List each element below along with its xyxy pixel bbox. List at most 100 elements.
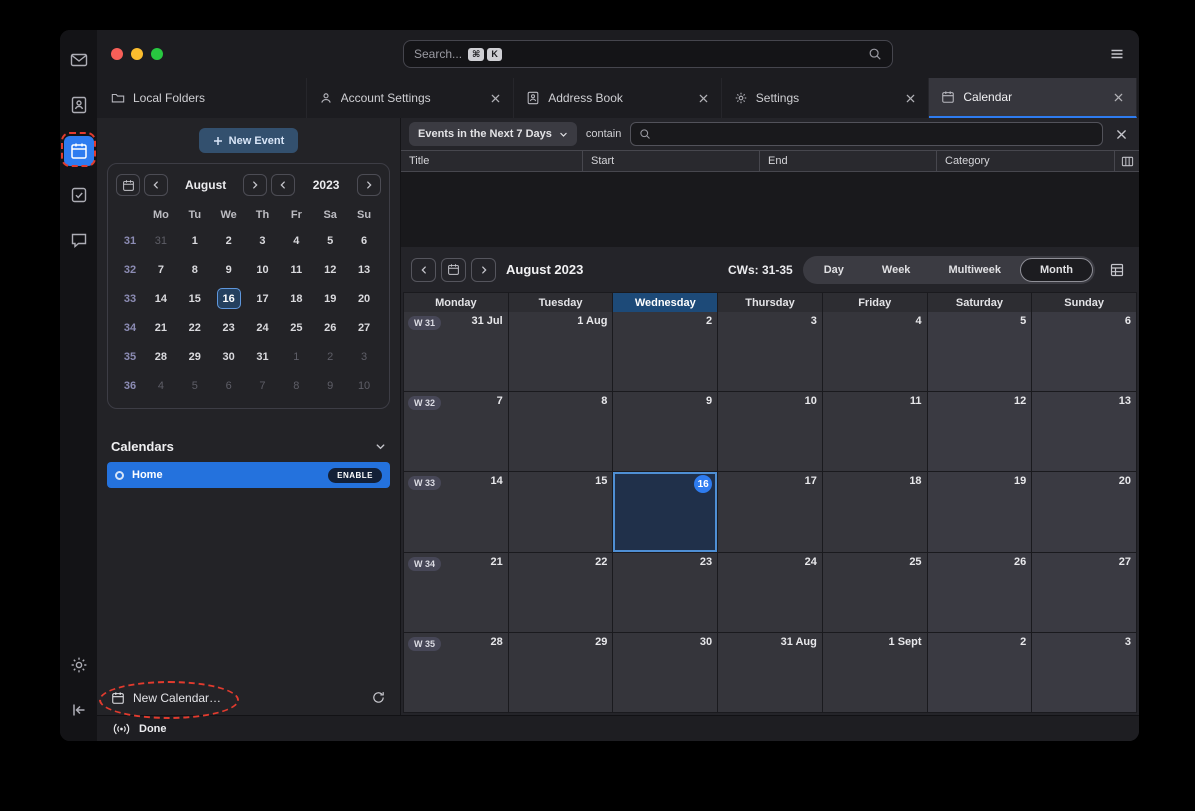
- view-day-button[interactable]: Day: [805, 258, 863, 282]
- month-cell[interactable]: 2: [928, 633, 1032, 712]
- month-cell[interactable]: W 3528: [404, 633, 508, 712]
- month-cell[interactable]: 3: [718, 312, 822, 391]
- zoom-window-button[interactable]: [151, 48, 163, 60]
- month-cell[interactable]: 23: [613, 553, 717, 632]
- minical-day[interactable]: 10: [246, 255, 280, 284]
- month-cell[interactable]: 1 Aug: [509, 312, 613, 391]
- tab-calendar[interactable]: Calendar: [929, 78, 1137, 118]
- minical-day[interactable]: 20: [347, 284, 381, 313]
- filter-close-button[interactable]: [1112, 129, 1131, 140]
- month-cell[interactable]: 27: [1032, 553, 1136, 632]
- month-cell[interactable]: 31 Aug: [718, 633, 822, 712]
- minical-day[interactable]: 2: [212, 226, 246, 255]
- minical-day[interactable]: 19: [313, 284, 347, 313]
- minical-day[interactable]: 5: [178, 371, 212, 400]
- close-window-button[interactable]: [111, 48, 123, 60]
- minical-day[interactable]: 4: [144, 371, 178, 400]
- month-cell[interactable]: 17: [718, 472, 822, 551]
- minical-prev-month-button[interactable]: [144, 174, 168, 196]
- month-cell[interactable]: 10: [718, 392, 822, 471]
- minical-prev-year-button[interactable]: [271, 174, 295, 196]
- minical-day[interactable]: 1: [279, 342, 313, 371]
- month-cell[interactable]: 20: [1032, 472, 1136, 551]
- minical-day[interactable]: 26: [313, 313, 347, 342]
- tab-close-button[interactable]: [698, 93, 709, 104]
- enable-badge[interactable]: ENABLE: [328, 468, 382, 483]
- minical-day[interactable]: 8: [178, 255, 212, 284]
- month-cell[interactable]: 12: [928, 392, 1032, 471]
- event-list[interactable]: [401, 172, 1139, 247]
- minical-day[interactable]: 5: [313, 226, 347, 255]
- minical-day[interactable]: 22: [178, 313, 212, 342]
- minical-day[interactable]: 29: [178, 342, 212, 371]
- minical-day[interactable]: 23: [212, 313, 246, 342]
- month-cell[interactable]: 22: [509, 553, 613, 632]
- tab-settings[interactable]: Settings: [722, 78, 930, 118]
- minical-day[interactable]: 12: [313, 255, 347, 284]
- address-book-space-button[interactable]: [65, 91, 93, 119]
- month-cell[interactable]: 29: [509, 633, 613, 712]
- minical-day[interactable]: 11: [279, 255, 313, 284]
- column-picker-button[interactable]: [1115, 151, 1139, 171]
- today-button[interactable]: [441, 258, 466, 282]
- sync-calendars-button[interactable]: [371, 690, 386, 705]
- event-search-field[interactable]: [630, 122, 1103, 146]
- week-badge[interactable]: W 32: [408, 396, 441, 410]
- minical-next-month-button[interactable]: [243, 174, 267, 196]
- minimize-window-button[interactable]: [131, 48, 143, 60]
- new-event-button[interactable]: New Event: [199, 128, 299, 153]
- month-cell[interactable]: 2: [613, 312, 717, 391]
- month-cell[interactable]: 30: [613, 633, 717, 712]
- tasks-space-button[interactable]: [65, 181, 93, 209]
- minical-day[interactable]: 7: [144, 255, 178, 284]
- minical-day[interactable]: 28: [144, 342, 178, 371]
- minical-day[interactable]: 6: [347, 226, 381, 255]
- calendar-list-item[interactable]: HomeENABLE: [107, 462, 390, 488]
- prev-period-button[interactable]: [411, 258, 436, 282]
- tab-close-button[interactable]: [905, 93, 916, 104]
- month-cell[interactable]: 6: [1032, 312, 1136, 391]
- month-cell[interactable]: W 3421: [404, 553, 508, 632]
- view-multiweek-button[interactable]: Multiweek: [929, 258, 1020, 282]
- minical-day[interactable]: 25: [279, 313, 313, 342]
- month-cell[interactable]: 8: [509, 392, 613, 471]
- minical-day[interactable]: 31: [246, 342, 280, 371]
- global-search-bar[interactable]: Search... ⌘K: [403, 40, 893, 68]
- month-cell[interactable]: 11: [823, 392, 927, 471]
- calendar-space-button[interactable]: [64, 136, 94, 166]
- minical-day[interactable]: 27: [347, 313, 381, 342]
- month-cell[interactable]: W 3314: [404, 472, 508, 551]
- rotate-view-button[interactable]: [1105, 262, 1129, 278]
- month-cell[interactable]: 24: [718, 553, 822, 632]
- minical-day[interactable]: 15: [178, 284, 212, 313]
- event-column-start[interactable]: Start: [583, 151, 760, 171]
- view-week-button[interactable]: Week: [863, 258, 930, 282]
- app-menu-button[interactable]: [1065, 46, 1125, 62]
- minical-day[interactable]: 8: [279, 371, 313, 400]
- month-cell[interactable]: 1 Sept: [823, 633, 927, 712]
- settings-space-button[interactable]: [65, 651, 93, 679]
- month-cell[interactable]: 3: [1032, 633, 1136, 712]
- minical-day[interactable]: 16: [212, 284, 246, 313]
- month-cell[interactable]: 13: [1032, 392, 1136, 471]
- minical-day[interactable]: 9: [313, 371, 347, 400]
- calendars-section-header[interactable]: Calendars: [97, 439, 400, 454]
- week-badge[interactable]: W 31: [408, 316, 441, 330]
- minical-day[interactable]: 17: [246, 284, 280, 313]
- minical-day[interactable]: 13: [347, 255, 381, 284]
- week-badge[interactable]: W 34: [408, 557, 441, 571]
- month-cell[interactable]: 4: [823, 312, 927, 391]
- chat-space-button[interactable]: [65, 226, 93, 254]
- tab-address-book[interactable]: Address Book: [514, 78, 722, 118]
- minical-day[interactable]: 7: [246, 371, 280, 400]
- week-badge[interactable]: W 33: [408, 476, 441, 490]
- minical-day[interactable]: 18: [279, 284, 313, 313]
- view-month-button[interactable]: Month: [1020, 258, 1093, 282]
- month-cell[interactable]: 5: [928, 312, 1032, 391]
- new-calendar-button[interactable]: New Calendar…: [111, 691, 221, 705]
- event-filter-dropdown[interactable]: Events in the Next 7 Days: [409, 122, 577, 146]
- minical-day[interactable]: 9: [212, 255, 246, 284]
- minical-day[interactable]: 1: [178, 226, 212, 255]
- minical-day[interactable]: 10: [347, 371, 381, 400]
- minical-day[interactable]: 30: [212, 342, 246, 371]
